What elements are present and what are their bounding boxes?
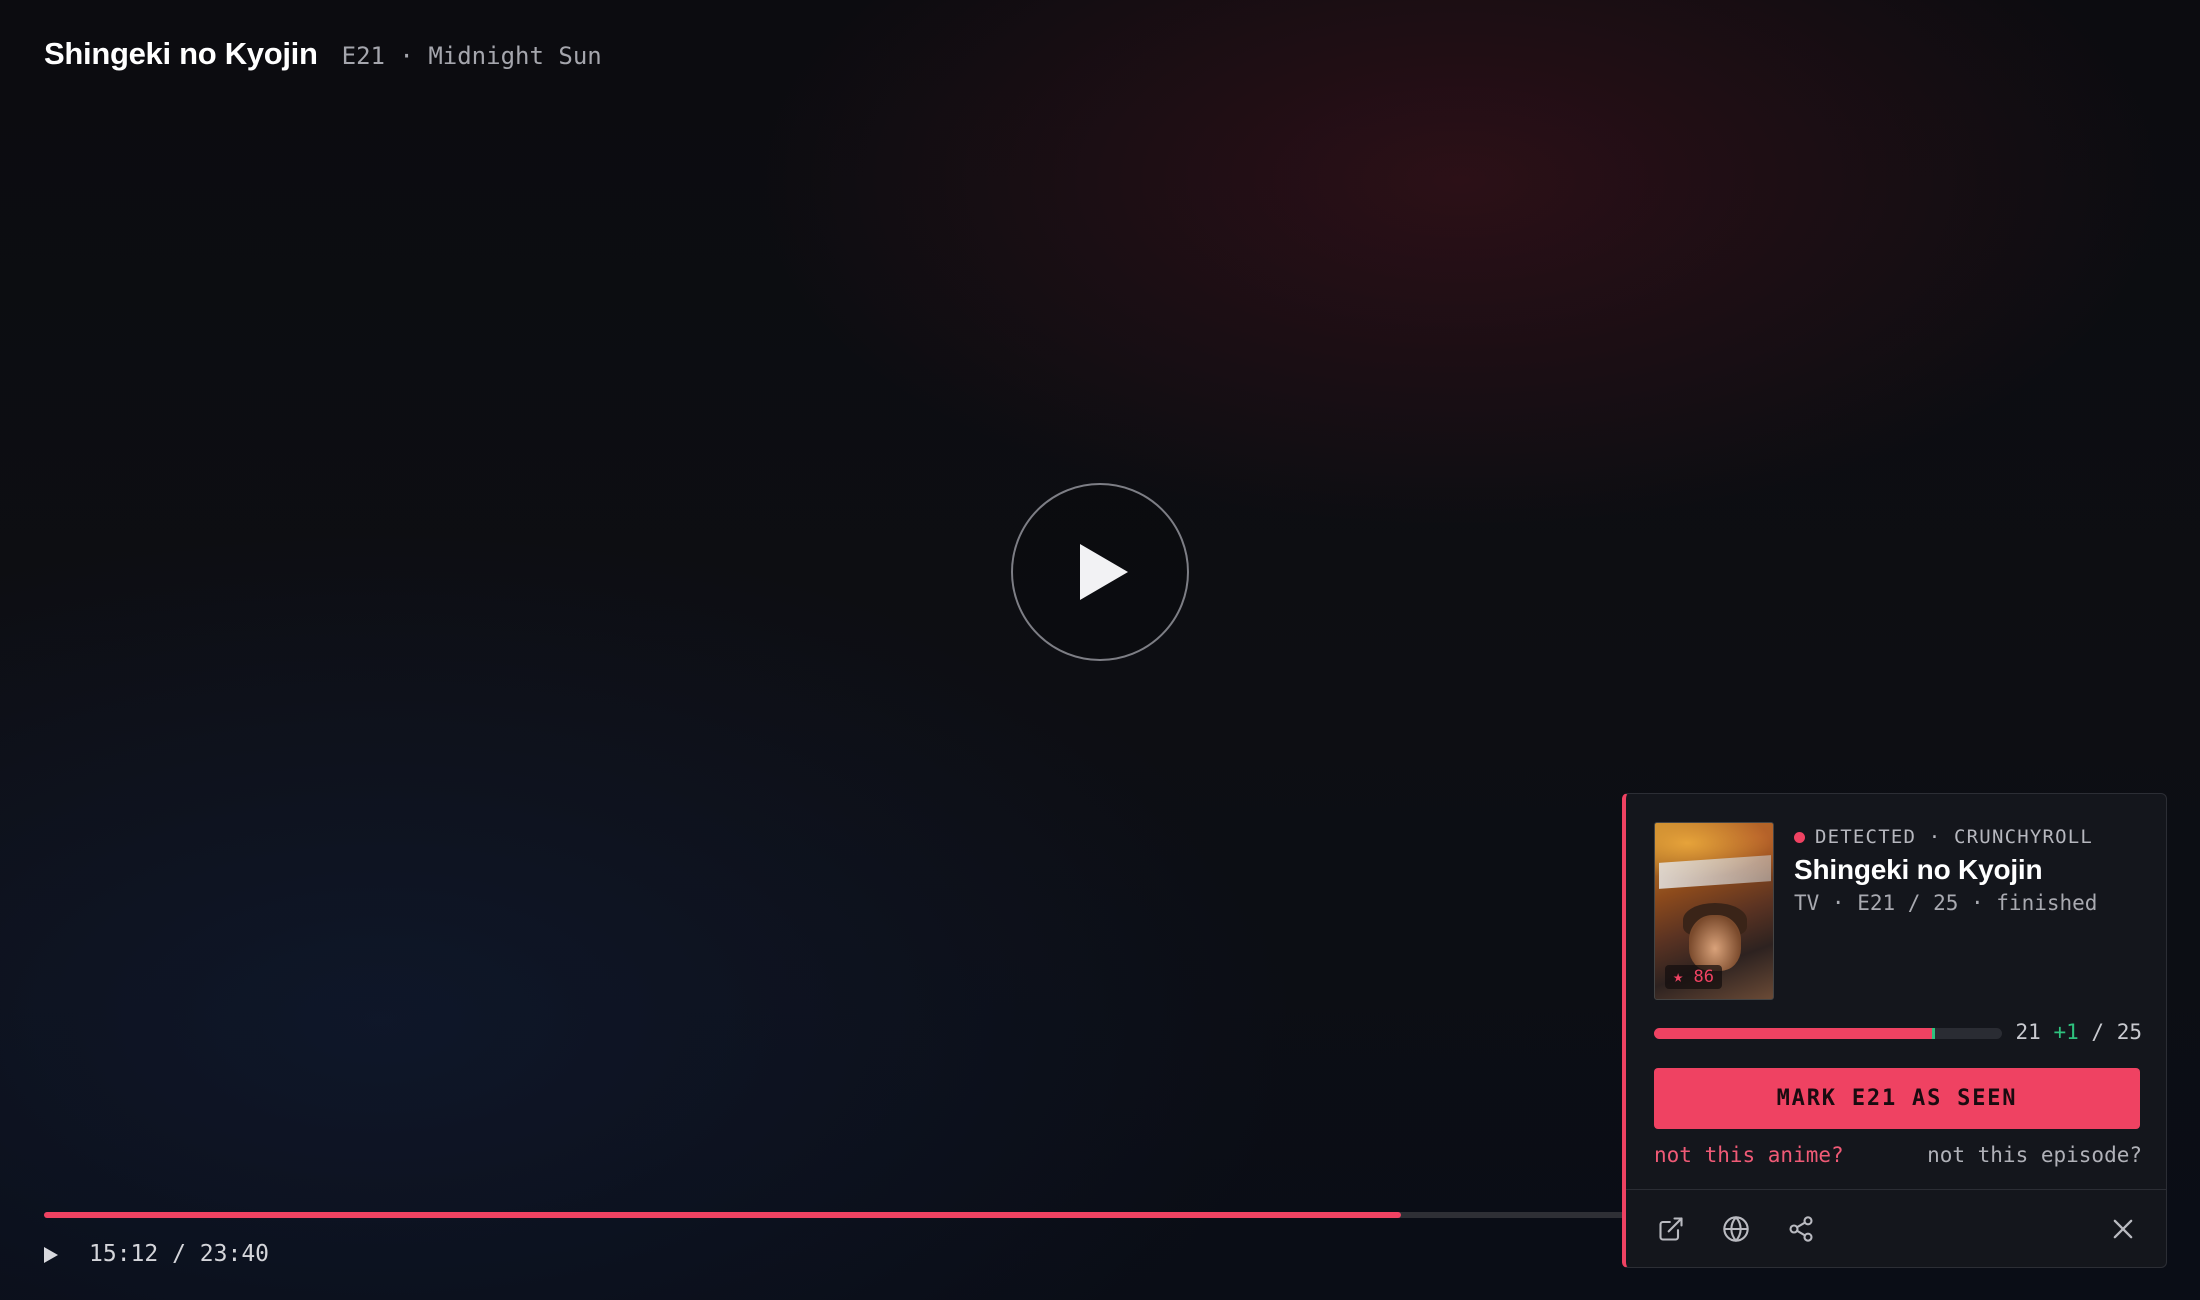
detection-status-label: DETECTED · CRUNCHYROLL: [1815, 826, 2094, 848]
episode-progress-bar: [1654, 1028, 2002, 1039]
episode-count: 21 +1 / 25: [2016, 1020, 2142, 1044]
playback-time: 15:12 / 23:40: [89, 1241, 270, 1267]
open-website-button[interactable]: [1719, 1212, 1753, 1246]
detection-popup: ★ 86 DETECTED · CRUNCHYROLL Shingeki no …: [1622, 793, 2167, 1268]
open-external-button[interactable]: [1654, 1212, 1688, 1246]
close-icon: [2113, 1219, 2133, 1239]
play-icon: [1080, 544, 1128, 600]
episode-progress-next: [1932, 1028, 1936, 1039]
play-icon[interactable]: [42, 1244, 60, 1266]
episode-current: 21: [2015, 1020, 2041, 1044]
globe-icon: [1723, 1216, 1749, 1242]
video-title-bar: Shingeki no Kyojin E21 · Midnight Sun: [44, 36, 602, 72]
popup-anime-title: Shingeki no Kyojin: [1794, 854, 2043, 885]
big-play-button[interactable]: [1011, 483, 1189, 661]
share-icon: [1789, 1216, 1813, 1242]
popup-divider: [1626, 1189, 2166, 1190]
detection-status: DETECTED · CRUNCHYROLL: [1794, 826, 2093, 848]
share-button[interactable]: [1784, 1212, 1818, 1246]
mark-as-seen-button[interactable]: MARK E21 AS SEEN: [1654, 1068, 2140, 1129]
close-popup-button[interactable]: [2106, 1212, 2140, 1246]
poster-score: ★ 86: [1665, 965, 1722, 989]
episode-increment: +1: [2053, 1020, 2079, 1044]
episode-subtitle: E21 · Midnight Sun: [341, 42, 602, 70]
not-this-anime-link[interactable]: not this anime?: [1654, 1143, 1844, 1167]
anime-poster: ★ 86: [1654, 822, 1774, 1000]
popup-anime-meta: TV · E21 / 25 · finished: [1794, 891, 2098, 915]
status-dot-icon: [1794, 831, 1805, 843]
show-title: Shingeki no Kyojin: [44, 36, 318, 71]
external-link-icon: [1659, 1217, 1683, 1241]
video-progress-fill: [44, 1212, 1401, 1218]
episode-total: / 25: [2091, 1020, 2142, 1044]
not-this-episode-link[interactable]: not this episode?: [1927, 1143, 2142, 1167]
episode-progress-seen: [1654, 1028, 1933, 1039]
